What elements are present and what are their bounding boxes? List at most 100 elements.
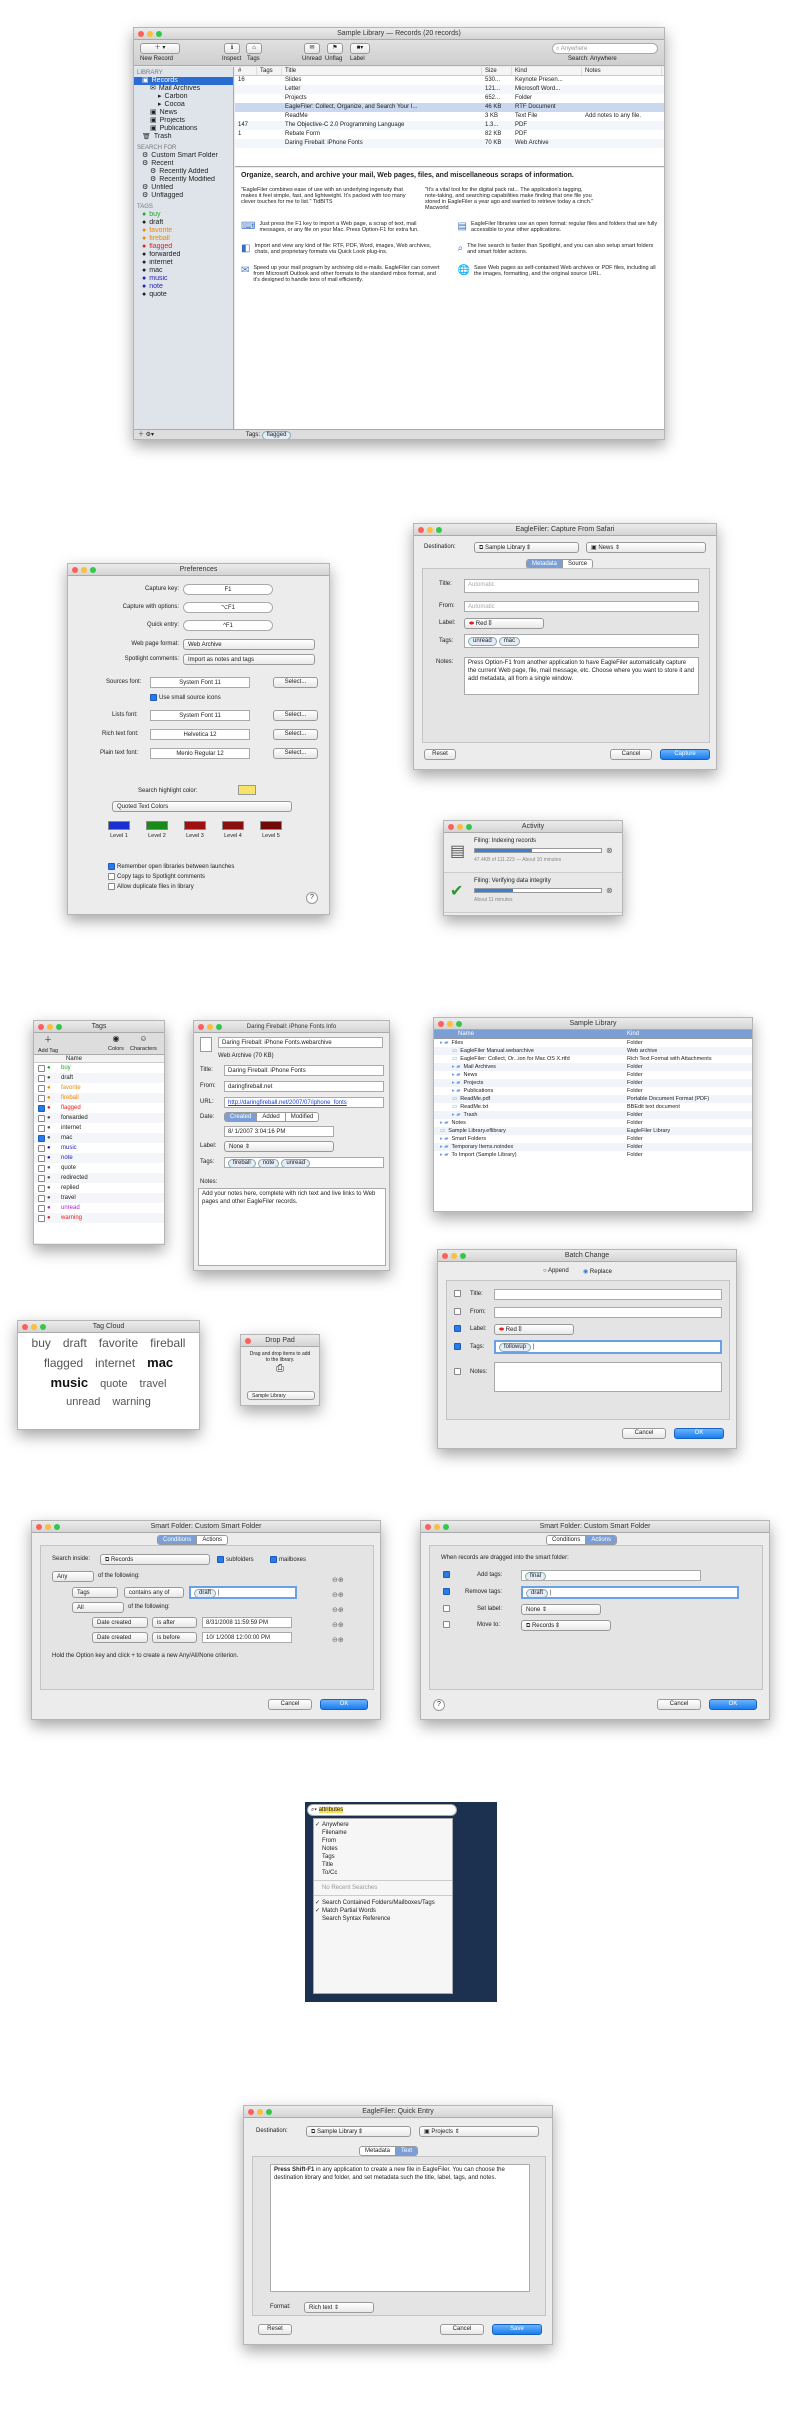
tag-checkbox[interactable] <box>38 1164 45 1172</box>
file-row[interactable]: ▭ Sample Library.eflibrary EagleFiler Libr… <box>434 1127 752 1135</box>
add-remove-icons[interactable]: ⊖⊕ ⊖⊕ ⊖⊕ ⊖⊕ ⊖⊕ <box>332 1573 344 1648</box>
tags-button[interactable]: ⌂ <box>246 43 262 54</box>
tags-checkbox[interactable] <box>454 1343 463 1350</box>
shortcut-field[interactable]: ^F1 <box>183 620 273 631</box>
tag-token[interactable]: mac <box>498 637 521 646</box>
date-before-field[interactable]: 10/ 1/2008 12:00:00 PM <box>202 1632 292 1643</box>
sidebar-item[interactable]: ⚙ Recently Modified <box>134 176 233 184</box>
tag-checkbox[interactable] <box>38 1184 45 1192</box>
sidebar-item[interactable]: ⚙ Recent <box>134 160 233 168</box>
column-header[interactable]: Title <box>282 67 482 75</box>
shortcut-field[interactable]: F1 <box>183 584 273 595</box>
tab-metadata[interactable]: Metadata <box>360 2147 397 2155</box>
help-button[interactable]: ? <box>433 1699 445 1711</box>
notes-checkbox[interactable] <box>454 1368 463 1375</box>
close-button[interactable] <box>425 1524 431 1530</box>
sidebar-item[interactable]: ✉ Mail Archives <box>134 85 233 93</box>
tab-source[interactable]: Source <box>563 560 593 568</box>
cloud-tag[interactable]: travel <box>140 1378 167 1390</box>
level-color[interactable]: Level 4 <box>222 821 244 839</box>
level-color[interactable]: Level 3 <box>184 821 206 839</box>
close-button[interactable] <box>448 824 454 830</box>
date-field-popup[interactable]: Date created <box>92 1632 148 1643</box>
sidebar-item[interactable]: ● internet <box>134 259 233 267</box>
tab-metadata[interactable]: Metadata <box>527 560 564 568</box>
notes-field[interactable]: Press Option-F1 from another application… <box>464 657 699 695</box>
file-row[interactable]: ▸ ▰ Publications Folder <box>434 1087 752 1095</box>
checkbox[interactable] <box>108 862 115 870</box>
stop-icon[interactable]: ⊗ <box>606 886 613 895</box>
tag-token[interactable]: unread <box>281 1159 311 1167</box>
tags-field[interactable]: unread mac <box>464 634 699 648</box>
select-plain-font-button[interactable]: Select... <box>273 748 318 759</box>
cancel-button[interactable]: Cancel <box>268 1699 312 1710</box>
file-row[interactable]: ▸ ▰ Trash Folder <box>434 1111 752 1119</box>
sidebar-item[interactable]: ⚙ Recently Added <box>134 168 233 176</box>
sidebar-item[interactable]: ⚙ Unflagged <box>134 192 233 200</box>
notes-field[interactable] <box>494 1362 722 1392</box>
minimize-button[interactable] <box>447 1021 453 1027</box>
tag-row[interactable]: ● fireball <box>34 1093 164 1103</box>
colors-button[interactable]: ◉ Colors <box>108 1034 124 1052</box>
ok-button[interactable]: OK <box>320 1699 368 1710</box>
close-button[interactable] <box>245 1338 251 1344</box>
menu-item[interactable]: Tags <box>314 1853 452 1861</box>
tag-checkbox[interactable] <box>38 1204 45 1212</box>
tag-checkbox[interactable] <box>38 1064 45 1072</box>
tag-token[interactable]: final <box>525 1572 547 1580</box>
label-popup[interactable]: ⬬ Red ⇕ <box>494 1324 574 1335</box>
zoom-button[interactable] <box>436 527 442 533</box>
library-popup[interactable]: ⧉ Sample Library ⇕ <box>306 2126 411 2137</box>
stop-icon[interactable]: ⊗ <box>606 846 613 855</box>
sidebar-item[interactable]: ▸ Cocoa <box>134 101 233 109</box>
color-swatch[interactable] <box>146 821 168 830</box>
column-kind[interactable]: Kind <box>624 1030 639 1038</box>
cloud-tag[interactable]: warning <box>112 1396 151 1408</box>
minimize-button[interactable] <box>434 1524 440 1530</box>
from-field[interactable]: Automatic <box>464 601 699 612</box>
label-popup[interactable]: None ⇕ <box>224 1141 334 1152</box>
from-field[interactable] <box>494 1307 722 1318</box>
table-row[interactable]: ReadMe 3 KB Text File Add notes to any file… <box>235 112 664 121</box>
select-rich-font-button[interactable]: Select... <box>273 729 318 740</box>
menu-option[interactable]: ✓ Search Contained Folders/Mailboxes/Tags <box>314 1899 452 1907</box>
table-row[interactable]: Daring Fireball: iPhone Fonts 70 KB Web Ar… <box>235 139 664 148</box>
table-row[interactable]: EagleFiler: Collect, Organize, and Searc… <box>235 103 664 112</box>
drop-library-popup[interactable]: Sample Library <box>247 1391 315 1400</box>
set-label-checkbox[interactable] <box>443 1605 452 1612</box>
sidebar-item[interactable]: ● mac <box>134 267 233 275</box>
file-row[interactable]: ▭ ReadMe.pdf Portable Document Format (PDF… <box>434 1095 752 1103</box>
select-sources-font-button[interactable]: Select... <box>273 677 318 688</box>
move-to-popup[interactable]: ⧉ Records ⇕ <box>521 1620 611 1631</box>
library-popup[interactable]: ⧉ Sample Library ⇕ <box>474 542 579 553</box>
cloud-tag[interactable]: buy <box>32 1336 51 1350</box>
column-header[interactable]: Size <box>482 67 512 75</box>
zoom-button[interactable] <box>466 824 472 830</box>
cloud-tag[interactable]: mac <box>147 1355 173 1370</box>
status-tag[interactable]: flagged <box>261 431 292 439</box>
minimize-button[interactable] <box>427 527 433 533</box>
sidebar-item[interactable]: ▣ Publications <box>134 125 233 133</box>
tags-field[interactable]: fireball note unread <box>224 1157 384 1168</box>
cancel-button[interactable]: Cancel <box>440 2324 484 2335</box>
table-row[interactable]: Letter 121... Microsoft Word... <box>235 85 664 94</box>
sidebar-item[interactable]: ▣ Projects <box>134 117 233 125</box>
tags-field[interactable]: followup | <box>494 1340 722 1354</box>
search-inside-popup[interactable]: ⧉ Records <box>100 1554 210 1565</box>
close-button[interactable] <box>438 1021 444 1027</box>
cloud-tag[interactable]: draft <box>63 1336 87 1350</box>
tag-checkbox[interactable] <box>38 1084 45 1092</box>
close-button[interactable] <box>442 1253 448 1259</box>
tab-conditions[interactable]: Conditions <box>547 1536 587 1544</box>
tab-actions[interactable]: Actions <box>586 1536 617 1544</box>
unread-button[interactable]: ✉ <box>304 43 320 54</box>
tag-checkbox[interactable] <box>38 1074 45 1082</box>
cloud-tag[interactable]: quote <box>100 1378 128 1390</box>
file-row[interactable]: ▭ EagleFiler Manual.webarchive Web archive <box>434 1047 752 1055</box>
search-field[interactable]: ⌕▾ attributes <box>307 1804 457 1816</box>
sidebar-item[interactable]: ● quote <box>134 291 233 299</box>
select-lists-font-button[interactable]: Select... <box>273 710 318 721</box>
minimize-button[interactable] <box>457 824 463 830</box>
tag-row[interactable]: ● note <box>34 1153 164 1163</box>
folder-popup[interactable]: ▣ Projects ⇕ <box>419 2126 539 2137</box>
